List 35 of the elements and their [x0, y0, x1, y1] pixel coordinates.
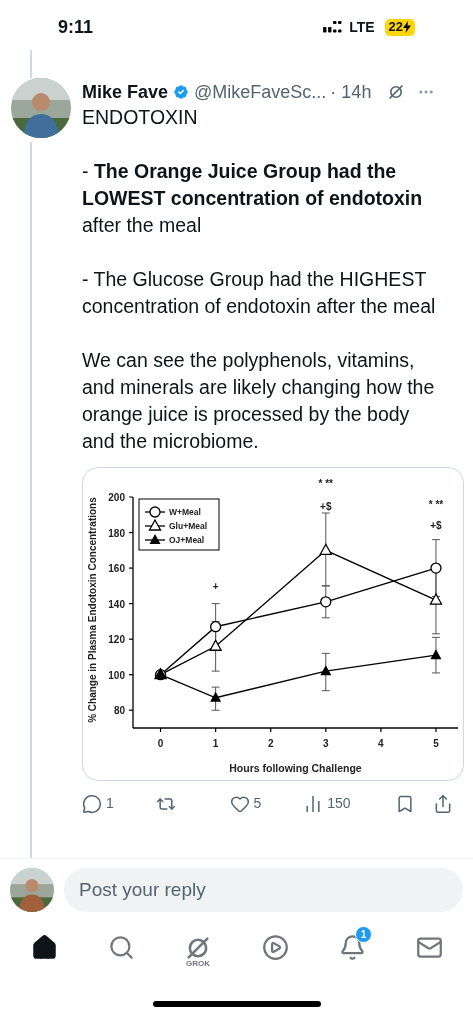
post-text: - The Glucose Group had the HIGHEST concentration of endotoxin after the meal [82, 267, 437, 319]
significance-mark: * ** [428, 499, 444, 511]
significance-mark: +$ [320, 500, 332, 512]
y-tick-label: 160 [108, 563, 125, 575]
nav-label: GROK [186, 960, 210, 968]
x-tick-label: 0 [157, 738, 164, 749]
author-handle: @MikeFaveSc... [194, 81, 327, 104]
y-tick-label: 200 [108, 492, 125, 503]
legend-label: Glu+Meal [169, 521, 208, 531]
significance-mark: + [212, 580, 219, 592]
post-text: ENDOTOXIN [82, 105, 199, 130]
x-tick-label: 5 [433, 738, 439, 749]
significance-mark: +$ [430, 520, 442, 532]
x-tick-label: 4 [378, 738, 384, 749]
post-text: - The Orange Juice Group had the LOWEST concentration of endotoxin after the meal [82, 159, 424, 238]
y-tick-label: 140 [108, 598, 125, 610]
post-text: We can see the polyphenols, vitamins, and minerals are likely changing how the orange juice is processed by the body and the microbiome. [82, 348, 436, 454]
author-name: Mike Fave [82, 81, 169, 104]
legend-label: W+Meal [169, 507, 201, 517]
x-tick-label: 1 [212, 738, 219, 749]
x-tick-label: 2 [267, 738, 274, 749]
post-time: · 14h [330, 81, 372, 104]
x-tick-label: 3 [323, 738, 329, 749]
status-time: 9:11 [58, 15, 95, 39]
y-axis-title: % Change in Plasma Endotoxin Concentrations [87, 497, 98, 723]
y-tick-label: 180 [108, 527, 125, 539]
y-tick-label: 120 [108, 634, 125, 646]
network-label: LTE [349, 17, 375, 37]
x-axis-title: Hours following Challenge [229, 762, 362, 774]
significance-mark: * ** [318, 477, 333, 489]
y-tick-label: 100 [108, 669, 125, 681]
battery-indicator: 22 [384, 18, 415, 36]
legend-label: OJ+Meal [169, 535, 205, 545]
y-tick-label: 80 [113, 705, 125, 717]
notification-badge: 1 [355, 926, 372, 943]
